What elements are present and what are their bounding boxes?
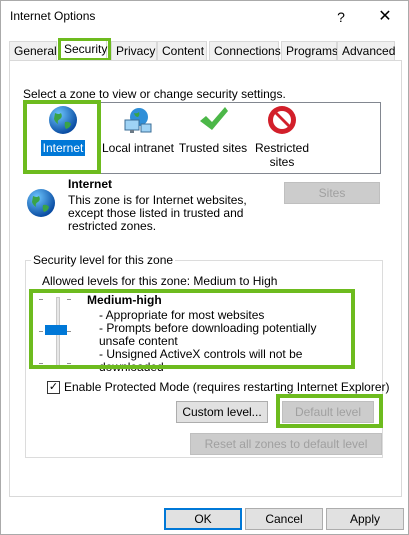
sites-button[interactable]: Sites [284, 182, 380, 204]
protected-mode-checkbox[interactable]: ✓ [47, 381, 60, 394]
apply-button[interactable]: Apply [326, 508, 404, 530]
tab-programs[interactable]: Programs [281, 41, 338, 61]
zone-label: Internet [40, 140, 86, 156]
reset-all-zones-button[interactable]: Reset all zones to default level [190, 433, 382, 455]
zone-label: Local intranet [101, 141, 175, 155]
default-level-button[interactable]: Default level [282, 401, 374, 423]
slider-tick [39, 331, 43, 332]
protected-mode-label[interactable]: Enable Protected Mode (requires restarti… [64, 380, 390, 394]
zone-internet[interactable]: Internet [23, 104, 103, 156]
globe-icon [49, 106, 77, 134]
internet-options-dialog: Internet Options ? ✕ General Security Pr… [0, 0, 409, 535]
security-level-group-title: Security level for this zone [31, 253, 176, 267]
slider-tick [39, 299, 43, 300]
ok-button[interactable]: OK [164, 508, 242, 530]
slider-tick [67, 299, 71, 300]
zone-title: Internet [68, 177, 113, 191]
slider-tick [39, 363, 43, 364]
level-point: - Unsigned ActiveX controls will not be … [99, 347, 303, 374]
tab-privacy[interactable]: Privacy [111, 41, 157, 61]
security-level-description: - Appropriate for most websites - Prompt… [99, 309, 349, 374]
level-point: - Prompts before downloading potentially… [99, 321, 317, 348]
slider-thumb[interactable] [45, 325, 67, 335]
network-computer-icon [124, 108, 152, 133]
window-title: Internet Options [10, 9, 96, 23]
custom-level-button[interactable]: Custom level... [176, 401, 268, 423]
title-bar: Internet Options ? ✕ [1, 1, 408, 33]
tab-advanced[interactable]: Advanced [337, 41, 395, 61]
slider-tick [67, 363, 71, 364]
zone-description: This zone is for Internet websites, exce… [68, 193, 247, 233]
zone-select-label: Select a zone to view or change security… [23, 87, 286, 101]
help-button[interactable]: ? [326, 5, 356, 29]
allowed-levels-label: Allowed levels for this zone: Medium to … [42, 274, 278, 288]
close-button[interactable]: ✕ [370, 5, 400, 29]
zone-trusted-sites[interactable]: Trusted sites [173, 104, 253, 156]
no-entry-icon [268, 106, 296, 134]
zone-label: Restricted sites [254, 141, 310, 169]
zone-label: Trusted sites [178, 141, 248, 155]
checkmark-icon [200, 107, 228, 130]
globe-icon [27, 189, 55, 217]
zone-local-intranet[interactable]: Local intranet [98, 104, 178, 156]
tab-general[interactable]: General [9, 41, 57, 61]
slider-tick [67, 331, 71, 332]
cancel-button[interactable]: Cancel [245, 508, 323, 530]
security-level-name: Medium-high [87, 293, 162, 307]
tab-content[interactable]: Content [157, 41, 207, 61]
tab-security[interactable]: Security [59, 39, 107, 61]
zone-restricted-sites[interactable]: Restricted sites [248, 104, 316, 170]
tab-connections[interactable]: Connections [209, 41, 281, 61]
